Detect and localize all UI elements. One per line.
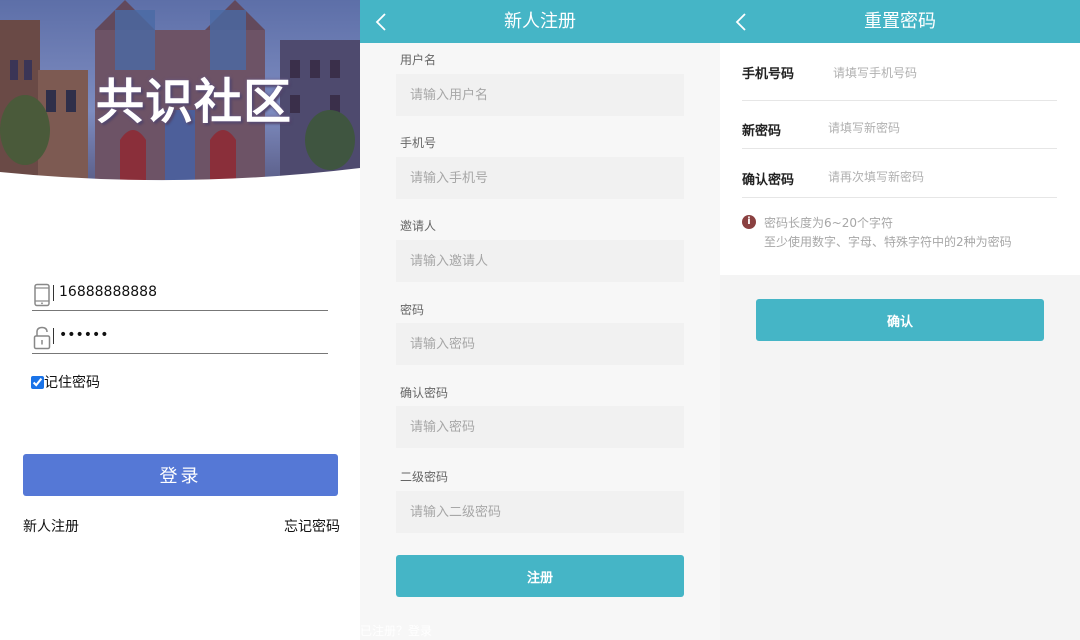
remember-label: 记住密码 — [44, 375, 100, 391]
back-arrow-icon[interactable] — [374, 12, 388, 32]
forgot-password-link[interactable]: 忘记密码 — [284, 516, 340, 536]
login-redirect-note[interactable]: 已注册？登录 — [360, 622, 432, 639]
register-password-input[interactable] — [396, 323, 684, 365]
login-button[interactable]: 登录 — [23, 454, 338, 496]
password-row — [32, 320, 328, 354]
reset-phone-label: 手机号码 — [742, 67, 795, 82]
phone-input[interactable] — [59, 280, 319, 304]
reset-phone-row: 手机号码 — [742, 43, 1057, 101]
confirm-password-label: 确认密码 — [400, 386, 449, 400]
confirm-password-input[interactable] — [396, 406, 684, 448]
username-input[interactable] — [396, 74, 684, 116]
phone-label: 手机号 — [400, 136, 437, 150]
phone-row — [32, 277, 328, 311]
password-input[interactable] — [59, 323, 319, 347]
brand-title: 共识社区 — [96, 74, 293, 130]
register-header: 新人注册 — [360, 0, 720, 43]
register-title: 新人注册 — [504, 11, 576, 32]
reset-title: 重置密码 — [864, 11, 936, 32]
username-label: 用户名 — [400, 53, 437, 67]
confirm-button[interactable]: 确认 — [756, 299, 1044, 341]
hint-line-2: 至少使用数字、字母、特殊字符中的2种为密码 — [764, 235, 1012, 249]
register-phone-input[interactable] — [396, 157, 684, 199]
register-link[interactable]: 新人注册 — [23, 516, 79, 536]
password-label: 密码 — [400, 303, 425, 317]
reset-form-card: 手机号码 新密码 确认密码 i 密码长度为6~20个字符 至少使用数字、字母、特… — [720, 43, 1080, 275]
register-panel: 新人注册 用户名 手机号 邀请人 密码 确认密码 二级密码 注册 已注册？登录 — [360, 0, 720, 640]
lock-icon — [33, 326, 51, 350]
inviter-input[interactable] — [396, 240, 684, 282]
confirm-new-password-input[interactable] — [828, 167, 1028, 187]
inviter-label: 邀请人 — [400, 219, 437, 233]
remember-password[interactable]: 记住密码 — [31, 372, 100, 392]
confirm-new-password-row: 确认密码 — [742, 150, 1057, 198]
login-banner: 共识社区 — [0, 0, 360, 185]
phone-icon — [34, 283, 50, 307]
new-password-row: 新密码 — [742, 101, 1057, 149]
login-panel: 共识社区 记住密码 登录 新人注册 忘记密码 — [0, 0, 360, 640]
reset-header: 重置密码 — [720, 0, 1080, 43]
phone-separator — [53, 285, 54, 301]
reset-password-panel: 重置密码 手机号码 新密码 确认密码 i 密码长度为6~20个字符 至少使用数字… — [720, 0, 1080, 640]
password-separator — [53, 328, 54, 344]
back-arrow-icon[interactable] — [734, 12, 748, 32]
hint-line-1: 密码长度为6~20个字符 — [764, 216, 893, 230]
secondary-password-label: 二级密码 — [400, 470, 449, 484]
info-icon: i — [742, 215, 756, 229]
reset-phone-input[interactable] — [833, 63, 1033, 83]
new-password-label: 新密码 — [742, 124, 782, 139]
confirm-new-password-label: 确认密码 — [742, 173, 795, 188]
new-password-input[interactable] — [828, 118, 1028, 138]
remember-checkbox[interactable] — [31, 375, 44, 389]
secondary-password-input[interactable] — [396, 491, 684, 533]
register-button[interactable]: 注册 — [396, 555, 684, 597]
